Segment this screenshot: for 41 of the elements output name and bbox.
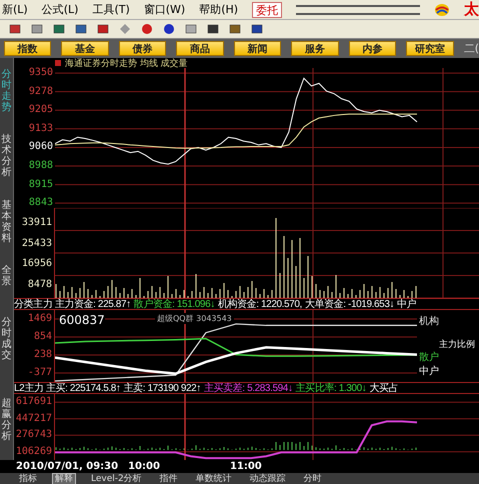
series-label: 散户 [419, 350, 439, 364]
stock-code: 600837 [59, 313, 105, 327]
series-label: 主力比例 [439, 338, 475, 351]
order-value: 主买比率: 1.300↓ [296, 382, 366, 395]
order-label: 276743 [16, 430, 52, 440]
fund-flow-value: 大单资金: -1019.653↓ [304, 298, 394, 311]
group-text: 超级QQ群 3043543 [155, 313, 234, 324]
volume-label: 8478 [28, 280, 52, 290]
time-label: 10:00 [128, 461, 160, 472]
price-label: 9060 [28, 142, 53, 152]
series-label: 中户 [419, 364, 439, 378]
order-value: L2主力 主买: 225174.5.8↑ [14, 382, 121, 395]
fund-flow-value: 分类主力 主力资金: 225.87↑ [14, 298, 131, 311]
time-label: 11:00 [230, 461, 262, 472]
flow-label: 1469 [28, 314, 52, 324]
volume-label: 33911 [22, 218, 52, 228]
price-label: 9350 [28, 68, 53, 78]
time-label: 2010/07/01, 09:30 [16, 461, 118, 472]
price-label: 9278 [28, 86, 53, 97]
order-value: 主买卖差: 5.283.594↓ [204, 382, 293, 395]
fund-flow-value: 机构资金: 1220.570, [218, 298, 302, 311]
flow-label: -377 [28, 368, 52, 378]
price-label: 8843 [28, 198, 53, 208]
flow-label: 238 [34, 350, 52, 360]
order-label: 617691 [16, 397, 52, 408]
volume-label: 16956 [22, 259, 52, 270]
order-value: 大买占 [369, 382, 398, 395]
price-label: 8988 [28, 160, 53, 171]
price-label: 9205 [28, 105, 53, 116]
flow-label: 854 [34, 332, 52, 342]
order-label: 106269 [16, 446, 52, 457]
order-label: 447217 [16, 414, 52, 424]
series-label: 机构 [419, 314, 439, 328]
fund-flow-value: 散户资金: 151.096↓ [134, 298, 215, 311]
price-label: 9133 [28, 124, 53, 134]
price-label: 8915 [28, 180, 53, 190]
chart-title: 海通证券分时走势 均线 成交量 [65, 58, 188, 70]
order-value: 主卖: 173190 922↑ [124, 382, 201, 395]
logo-text: 太 [464, 0, 479, 20]
volume-label: 25433 [22, 238, 52, 249]
fund-flow-value: 中户 [397, 298, 416, 311]
